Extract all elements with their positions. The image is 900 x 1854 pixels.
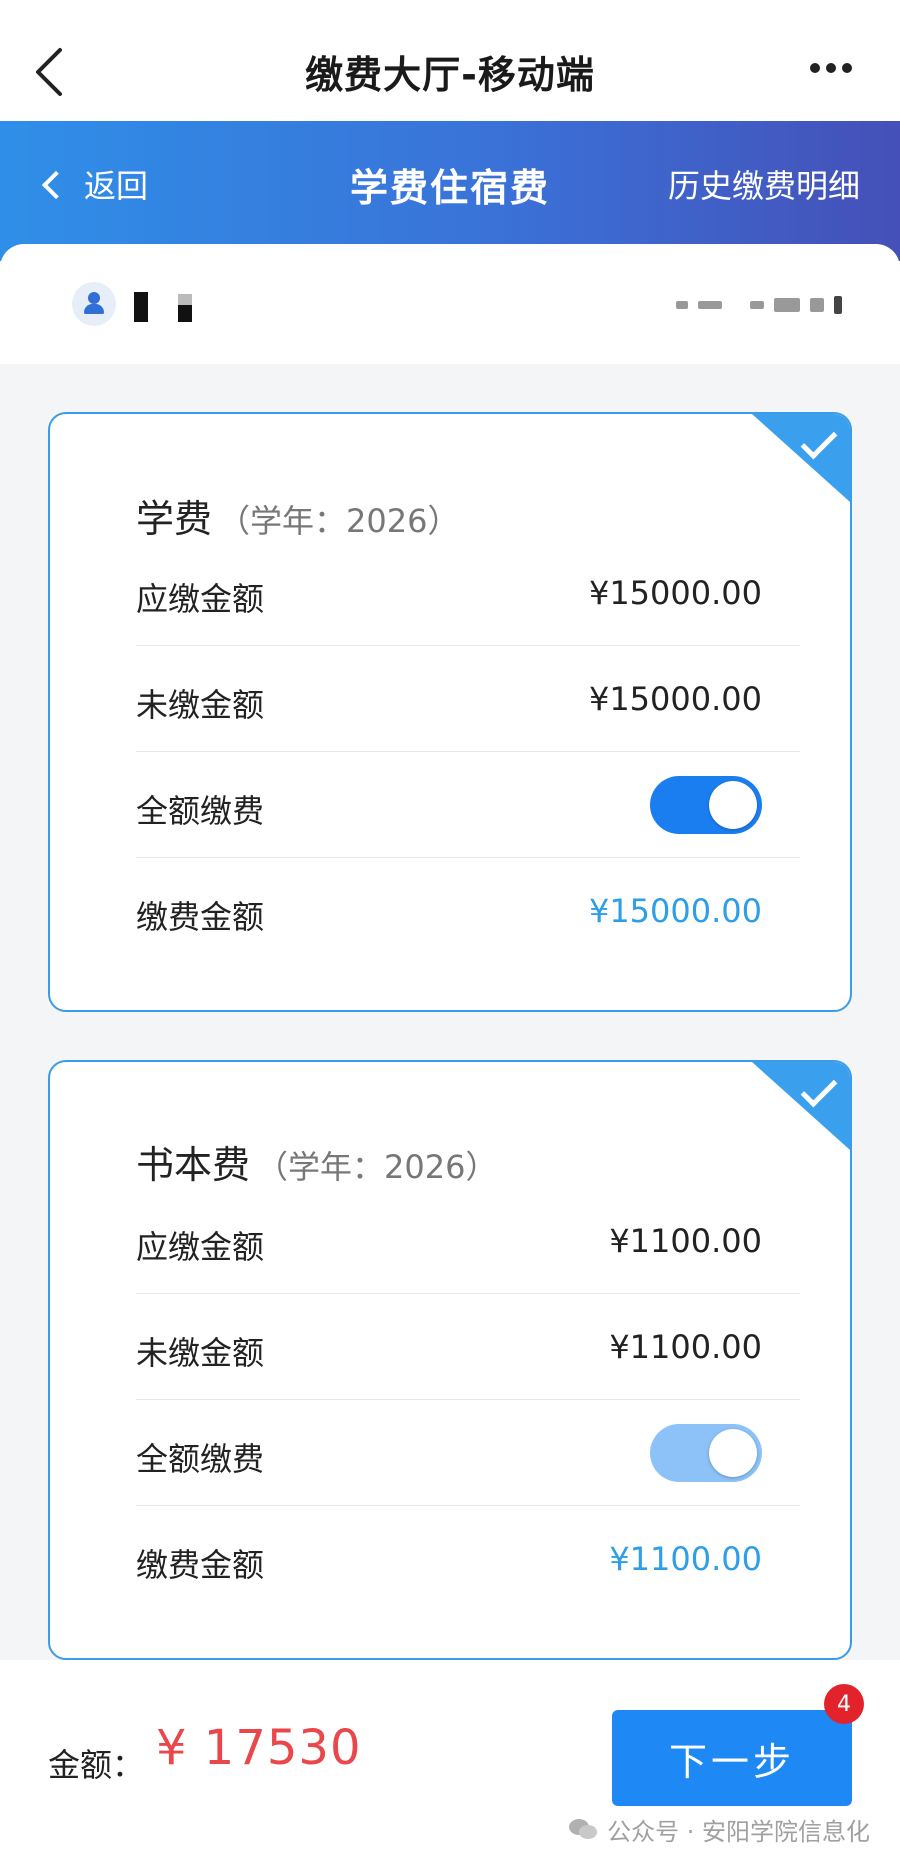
- full-payment-label: 全额缴费: [136, 792, 265, 830]
- payment-amount-row: 缴费金额 ¥1100.00: [136, 1506, 800, 1612]
- unpaid-amount-row: 未缴金额 ¥1100.00: [136, 1294, 800, 1400]
- fee-year-note: （学年：2026）: [256, 1148, 498, 1186]
- app-top-bar: 缴费大厅-移动端: [0, 0, 900, 121]
- payment-amount-value[interactable]: ¥15000.00: [589, 892, 762, 930]
- full-payment-label: 全额缴费: [136, 1440, 265, 1478]
- fee-card-books[interactable]: 书本费 （学年：2026） 应缴金额 ¥1100.00 未缴金额 ¥1100.00…: [48, 1060, 852, 1660]
- full-payment-row: 全额缴费: [136, 752, 800, 858]
- payment-amount-label: 缴费金额: [136, 1546, 265, 1584]
- due-value: ¥15000.00: [588, 574, 762, 612]
- payment-amount-value[interactable]: ¥1100.00: [609, 1540, 762, 1578]
- wechat-icon: [569, 1818, 599, 1841]
- unpaid-value: ¥15000.00: [588, 680, 762, 718]
- app-title: 缴费大厅-移动端: [305, 53, 595, 97]
- full-payment-toggle[interactable]: [650, 776, 762, 834]
- notification-badge: 4: [824, 1684, 864, 1724]
- user-info: [0, 244, 900, 364]
- checkout-bar: 金额： ¥ 17530 下一步 4 公众号 · 安阳学院信息化: [0, 1660, 900, 1854]
- fee-title: 学费 （学年：2026）: [136, 497, 460, 541]
- selected-corner: [752, 414, 850, 502]
- next-step-button[interactable]: 下一步: [612, 1710, 852, 1806]
- full-payment-toggle[interactable]: [650, 1424, 762, 1482]
- total-amount-value: ¥ 17530: [156, 1720, 362, 1776]
- fee-title: 书本费 （学年：2026）: [136, 1143, 498, 1187]
- due-label: 应缴金额: [136, 1228, 265, 1266]
- fee-year-note: （学年：2026）: [218, 502, 460, 540]
- history-link[interactable]: 历史缴费明细: [668, 161, 860, 207]
- payment-amount-row: 缴费金额 ¥15000.00: [136, 858, 800, 964]
- due-amount-row: 应缴金额 ¥1100.00: [136, 1188, 800, 1294]
- user-icon: [72, 282, 116, 326]
- due-value: ¥1100.00: [609, 1222, 762, 1260]
- more-horizontal-icon[interactable]: [810, 58, 860, 78]
- unpaid-amount-row: 未缴金额 ¥15000.00: [136, 646, 800, 752]
- student-id-redacted: [676, 296, 842, 314]
- due-amount-row: 应缴金额 ¥15000.00: [136, 540, 800, 646]
- fee-card-tuition[interactable]: 学费 （学年：2026） 应缴金额 ¥15000.00 未缴金额 ¥15000.0…: [48, 412, 852, 1012]
- watermark-text: 公众号 · 安阳学院信息化: [607, 1818, 870, 1846]
- full-payment-row: 全额缴费: [136, 1400, 800, 1506]
- payment-amount-label: 缴费金额: [136, 898, 265, 936]
- total-amount-label: 金额：: [48, 1746, 145, 1784]
- unpaid-label: 未缴金额: [136, 686, 265, 724]
- watermark: 公众号 · 安阳学院信息化: [569, 1812, 870, 1847]
- unpaid-value: ¥1100.00: [609, 1328, 762, 1366]
- unpaid-label: 未缴金额: [136, 1334, 265, 1372]
- due-label: 应缴金额: [136, 580, 265, 618]
- selected-corner: [752, 1062, 850, 1150]
- page-header: 返回 学费住宿费 历史缴费明细: [0, 121, 900, 261]
- user-name-redacted: [134, 292, 192, 322]
